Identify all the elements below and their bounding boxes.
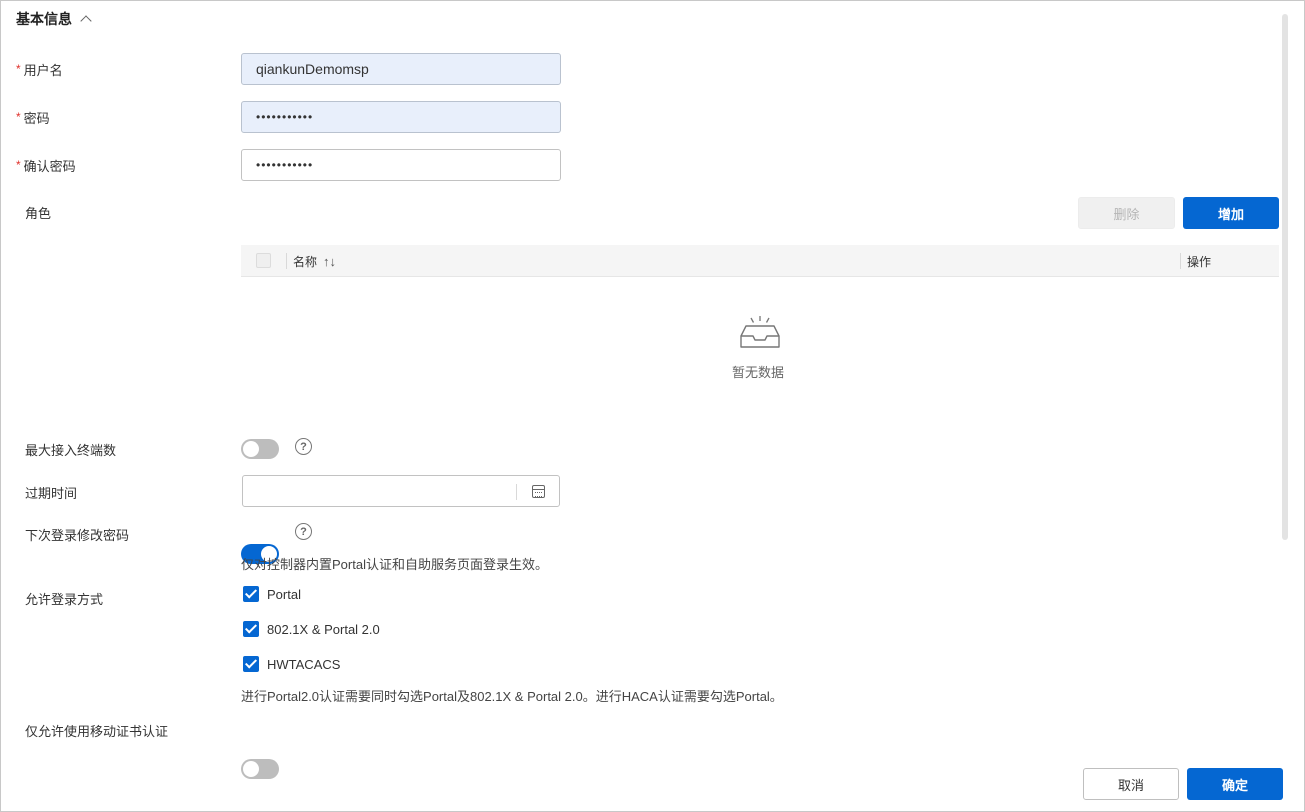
section-title: 基本信息 [16,11,72,27]
max-terminals-toggle[interactable] [241,439,279,459]
login-method-hwtacacs[interactable]: HWTACACS [243,656,340,672]
calendar-icon[interactable] [532,485,545,498]
vertical-scrollbar[interactable] [1282,14,1288,540]
confirm-password-input[interactable]: ••••••••••• [241,149,561,181]
required-mark: * [16,158,21,172]
date-divider [516,484,517,500]
password-label: * 密码 [16,107,50,127]
toggle-knob [243,441,259,457]
change-password-label: 下次登录修改密码 [25,527,130,543]
empty-inbox-icon [738,314,782,355]
mobile-cert-toggle[interactable] [241,759,279,779]
select-all-checkbox[interactable] [256,253,271,268]
action-column-header: 操作 [1187,255,1212,269]
empty-state-text: 暂无数据 [732,365,785,380]
mobile-cert-label: 仅允许使用移动证书认证 [25,723,169,739]
login-method-portal[interactable]: Portal [243,586,301,602]
password-input[interactable]: ••••••••••• [241,101,561,133]
login-method-label: Portal [267,586,301,602]
login-method-8021x[interactable]: 802.1X & Portal 2.0 [243,621,380,637]
required-mark: * [16,110,21,124]
confirm-password-label-text: 确认密码 [23,158,76,174]
section-header[interactable]: 基本信息 [16,9,92,29]
add-button[interactable]: 增加 [1183,197,1279,229]
login-methods-hint: 进行Portal2.0认证需要同时勾选Portal及802.1X & Porta… [241,689,783,704]
delete-button[interactable]: 删除 [1078,197,1175,229]
password-label-text: 密码 [23,110,50,126]
login-method-label: HWTACACS [267,656,341,672]
username-label-text: 用户名 [23,62,63,78]
sort-icon[interactable]: ↑↓ [323,254,336,269]
username-label: * 用户名 [16,59,63,79]
login-methods-label: 允许登录方式 [25,591,104,607]
role-label: 角色 [25,205,52,221]
checkbox-checked-icon[interactable] [243,621,259,637]
help-icon[interactable]: ? [295,438,312,455]
help-icon[interactable]: ? [295,523,312,540]
column-divider [1180,253,1181,269]
username-input[interactable]: qiankunDemomsp [241,53,561,85]
expire-time-input[interactable] [242,475,560,507]
required-mark: * [16,62,21,76]
name-column-header[interactable]: 名称 ↑↓ [293,253,336,270]
expire-time-label: 过期时间 [25,485,78,501]
cancel-button[interactable]: 取消 [1083,768,1179,800]
change-password-hint: 仅对控制器内置Portal认证和自助服务页面登录生效。 [241,557,548,572]
column-divider [286,253,287,269]
name-column-label: 名称 [293,255,318,269]
max-terminals-label: 最大接入终端数 [25,442,117,458]
confirm-password-label: * 确认密码 [16,155,76,175]
checkbox-checked-icon[interactable] [243,586,259,602]
chevron-up-icon[interactable] [80,15,92,27]
toggle-knob [243,761,259,777]
checkbox-checked-icon[interactable] [243,656,259,672]
confirm-button[interactable]: 确定 [1187,768,1283,800]
login-method-label: 802.1X & Portal 2.0 [267,621,380,637]
role-table-header: 名称 ↑↓ 操作 [241,245,1279,277]
